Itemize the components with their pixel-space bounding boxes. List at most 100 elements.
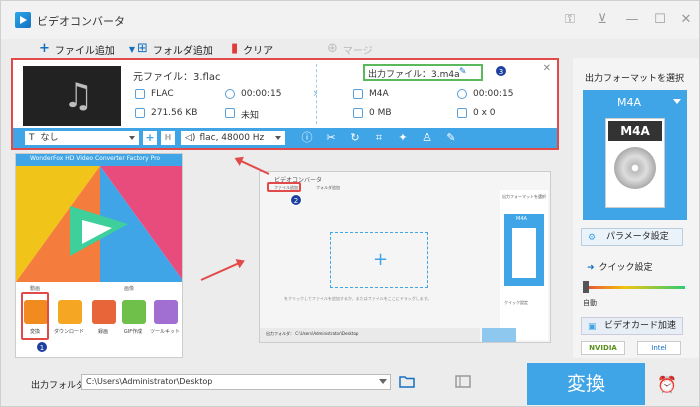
source-size: 271.56 KB [151, 108, 198, 118]
speaker-icon: ◁) [185, 133, 196, 143]
source-duration: 00:00:15 [241, 89, 282, 99]
info-icon[interactable]: ⓘ [299, 130, 315, 146]
browse-folder-icon[interactable] [455, 375, 471, 388]
auto-label: 自動 [583, 299, 597, 307]
quick-settings-text: クイック設定 [598, 263, 653, 273]
parameter-settings-button[interactable]: ⚙ パラメータ設定 [581, 228, 683, 246]
minimize-icon[interactable]: — [623, 11, 641, 29]
output-format-panel: 出力フォーマットを選択 M4A M4A ⚙ パラメータ設定 ➜ クイック設定 自動… [573, 58, 699, 358]
gpu-acceleration-button[interactable]: ▣ ビデオカード加速 [581, 317, 683, 335]
chevron-down-icon [129, 136, 135, 140]
subtitle-edit-icon[interactable]: ✎ [443, 130, 459, 146]
merge-label: マージ [342, 45, 373, 57]
resolution-icon [225, 108, 235, 118]
output-resolution-icon [457, 108, 467, 118]
disc-icon [614, 147, 656, 189]
gpu-acceleration-label: ビデオカード加速 [604, 321, 677, 331]
trash-icon: ▮ [231, 41, 239, 56]
chevron-down-icon [275, 136, 281, 140]
output-size-icon [353, 108, 363, 118]
quality-slider-track[interactable] [585, 286, 685, 289]
converter-output-path: C:\Users\Administrator\Desktop [295, 331, 359, 336]
arrow-right-icon: ➜ [587, 263, 595, 273]
tool-label-gif: GIF作成 [123, 329, 143, 335]
converter-hint: をクリックしてファイルを追加するか、またはファイルをここにドラッグします。 [284, 296, 432, 301]
add-subtitle-button[interactable]: + [143, 131, 157, 145]
dropdown-icon[interactable]: ▼ [129, 45, 135, 54]
quick-settings-label: ➜ クイック設定 [587, 260, 653, 273]
source-resolution: 未知 [241, 111, 260, 121]
clock-icon [225, 89, 235, 99]
group-image-label: 画像 [124, 286, 135, 292]
close-icon[interactable]: ✕ [677, 11, 695, 29]
file-thumbnail: ♫ [23, 66, 121, 126]
subtitle-select[interactable]: T なし [25, 131, 139, 145]
settings-sliders-icon: ⚙ [588, 233, 597, 243]
tool-label-record: 録画 [97, 329, 108, 335]
output-format-icon [353, 89, 363, 99]
gif-tool-icon[interactable] [122, 300, 146, 324]
subtitle-select-value: なし [40, 133, 59, 143]
remove-file-icon[interactable]: ✕ [543, 63, 551, 74]
source-format: FLAC [151, 89, 174, 99]
output-resolution: 0 x 0 [473, 108, 496, 118]
converter-format-title: 出力フォーマットを選択 [502, 194, 546, 199]
toolbar: + ファイル追加 ▼ ⊞ フォルダ追加 ▮ クリア ⊕ マージ [9, 39, 569, 59]
output-folder-input[interactable]: C:\Users\Administrator\Desktop [81, 374, 391, 390]
chevron-down-icon [673, 99, 681, 104]
record-tool-icon[interactable] [92, 300, 116, 324]
step-badge-3: 3 [495, 65, 507, 77]
rotate-icon[interactable]: ↻ [347, 130, 363, 146]
edit-pencil-icon[interactable]: ✎ [459, 67, 467, 77]
watermark-icon[interactable]: ♙ [419, 130, 435, 146]
scissors-icon[interactable]: ✂ [323, 130, 339, 146]
clear-button[interactable]: ▮ クリア [231, 41, 273, 57]
add-folder-label: フォルダ追加 [152, 45, 213, 57]
output-file-label[interactable]: 出力ファイル：3.m4a [368, 67, 460, 80]
crop-icon[interactable]: ⌗ [371, 130, 387, 146]
edit-toolbar: T なし + H ◁) flac, 48000 Hz ⓘ ✂ ↻ ⌗ ✦ ♙ ✎ [13, 128, 557, 148]
output-folder-path: C:\Users\Administrator\Desktop [86, 377, 213, 386]
maximize-icon[interactable]: ☐ [651, 11, 669, 29]
converter-right-panel: 出力フォーマットを選択 M4A クイック設定 [500, 190, 548, 340]
alarm-clock-icon[interactable]: ⏰ [657, 375, 677, 394]
plus-icon: + [39, 41, 50, 56]
converter-add-folder: フォルダ追加 [316, 185, 340, 190]
add-file-button[interactable]: + ファイル追加 ▼ [39, 41, 135, 57]
converter-format-card: M4A [504, 214, 544, 286]
converter-convert-button [482, 328, 516, 342]
output-duration: 00:00:15 [473, 89, 514, 99]
window-title: ビデオコンバータ [37, 15, 125, 28]
chip-icon: ▣ [588, 322, 597, 332]
toolkit-tool-icon[interactable] [154, 300, 178, 324]
size-icon [135, 108, 145, 118]
chevron-down-icon[interactable] [379, 379, 387, 384]
source-file-label: 元ファイル：3.flac [133, 72, 221, 83]
audio-track-select[interactable]: ◁) flac, 48000 Hz [181, 131, 285, 145]
group-video-label: 動画 [30, 286, 41, 292]
open-folder-icon[interactable] [399, 375, 415, 388]
format-file-icon: M4A [605, 118, 665, 208]
key-icon[interactable]: ⚿ [561, 11, 579, 29]
plus-icon: + [373, 249, 389, 270]
clear-label: クリア [243, 45, 274, 57]
quality-slider-knob[interactable] [583, 281, 589, 293]
parameter-settings-label: パラメータ設定 [606, 232, 669, 242]
subtitle-file-icon[interactable]: H [161, 131, 175, 145]
format-panel-title: 出力フォーマットを選択 [585, 74, 685, 84]
format-selector[interactable]: M4A M4A [583, 90, 687, 220]
format-icon-label: M4A [608, 121, 662, 141]
tool-label-download: ダウンロード [54, 329, 85, 335]
effects-wand-icon[interactable]: ✦ [395, 130, 411, 146]
convert-button[interactable]: 変換 [527, 363, 645, 405]
cart-icon[interactable]: ⊻ [593, 11, 611, 29]
add-folder-button[interactable]: ⊞ フォルダ追加 [137, 41, 213, 57]
home-title: WonderFox HD Video Converter Factory Pro [30, 155, 161, 162]
app-window: ビデオコンバータ ⚿ ⊻ — ☐ ✕ + ファイル追加 ▼ ⊞ フォルダ追加 ▮… [0, 0, 700, 407]
convert-tool-highlight [21, 292, 49, 340]
intel-badge: Intel [637, 341, 681, 355]
arrow-step1-to-step2 [200, 260, 244, 281]
download-tool-icon[interactable] [58, 300, 82, 324]
merge-button[interactable]: ⊕ マージ [327, 41, 373, 57]
home-header: WonderFox HD Video Converter Factory Pro [16, 154, 182, 166]
